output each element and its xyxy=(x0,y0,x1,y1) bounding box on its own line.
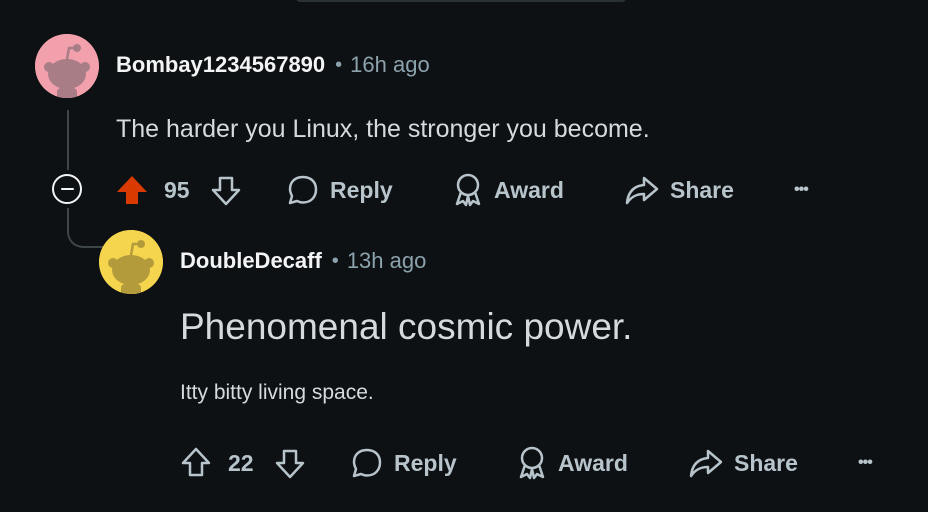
vote-count: 95 xyxy=(164,177,190,203)
downvote-button[interactable] xyxy=(272,443,308,483)
award-ribbon-icon xyxy=(519,446,545,480)
vote-count: 22 xyxy=(228,450,254,476)
award-button[interactable]: Award xyxy=(452,170,564,210)
more-options-button[interactable]: ••• xyxy=(794,170,809,210)
upvote-button[interactable] xyxy=(176,443,216,483)
downvote-button[interactable] xyxy=(208,170,244,210)
upvote-filled-icon xyxy=(117,176,147,204)
comment-actions: 95 Reply Award Share ••• xyxy=(112,170,832,210)
share-label: Share xyxy=(670,176,734,203)
reply-button[interactable]: Reply xyxy=(350,443,457,483)
more-options-icon: ••• xyxy=(858,454,873,471)
downvote-icon xyxy=(211,176,241,206)
timestamp: 16h ago xyxy=(350,52,430,77)
snoo-avatar-icon xyxy=(99,230,163,294)
collapse-thread-button[interactable] xyxy=(52,174,82,204)
comment-body: Itty bitty living space. xyxy=(180,381,374,404)
share-label: Share xyxy=(734,449,798,476)
comment-actions: 22 Reply Award Share ••• xyxy=(176,443,896,483)
comment-header: Bombay1234567890 • 16h ago xyxy=(116,52,430,78)
comment-bubble-icon xyxy=(352,448,382,478)
avatar[interactable] xyxy=(35,34,99,98)
avatar[interactable] xyxy=(99,230,163,294)
upvote-icon xyxy=(181,447,211,477)
comment-bubble-icon xyxy=(288,175,318,205)
snoo-avatar-icon xyxy=(35,34,99,98)
minus-icon xyxy=(60,187,74,191)
share-arrow-icon xyxy=(625,176,659,205)
award-label: Award xyxy=(494,176,564,203)
reply-label: Reply xyxy=(330,176,393,203)
username[interactable]: DoubleDecaff xyxy=(180,248,322,274)
thread-branch-line xyxy=(67,208,107,248)
share-button[interactable]: Share xyxy=(624,170,734,210)
username[interactable]: Bombay1234567890 xyxy=(116,52,325,78)
separator-dot: • xyxy=(331,250,339,272)
comment-heading: Phenomenal cosmic power. xyxy=(180,306,633,347)
reply-label: Reply xyxy=(394,449,457,476)
more-options-button[interactable]: ••• xyxy=(858,443,873,483)
award-label: Award xyxy=(558,449,628,476)
upvote-button[interactable] xyxy=(112,170,152,210)
downvote-icon xyxy=(275,449,305,479)
comment-header: DoubleDecaff • 13h ago xyxy=(180,248,426,274)
top-handle xyxy=(296,0,626,2)
award-button[interactable]: Award xyxy=(516,443,628,483)
comment-body: The harder you Linux, the stronger you b… xyxy=(116,115,650,143)
share-arrow-icon xyxy=(689,449,723,478)
reply-button[interactable]: Reply xyxy=(286,170,393,210)
timestamp: 13h ago xyxy=(346,248,427,273)
separator-dot: • xyxy=(335,54,343,76)
thread-line xyxy=(67,110,69,170)
award-ribbon-icon xyxy=(455,173,481,207)
more-options-icon: ••• xyxy=(794,181,809,198)
share-button[interactable]: Share xyxy=(688,443,798,483)
